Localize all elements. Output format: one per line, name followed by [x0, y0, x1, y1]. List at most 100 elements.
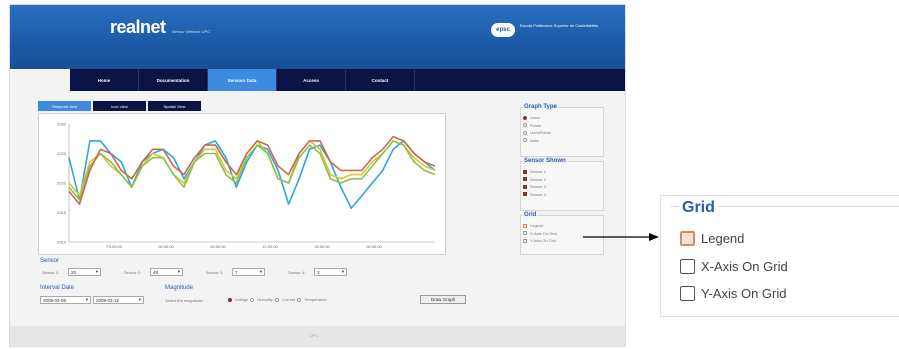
radio-icon[interactable] [274, 297, 279, 302]
chevron-down-icon: ▾ [85, 297, 88, 302]
radio-icon[interactable] [228, 297, 232, 302]
x-tick-label: TS:00:00 [106, 244, 123, 249]
zoom-y-axis-label: Y-Axis On Grid [701, 286, 787, 301]
zoom-y-axis-row[interactable]: Y-Axis On Grid [680, 286, 787, 301]
sensor-shown-1[interactable]: Sensor 1 [521, 168, 603, 176]
zoom-legend-row[interactable]: Legend [680, 231, 744, 246]
magnitude-options: Voltage Humidity Current Temperature [226, 296, 327, 304]
checkbox-icon[interactable] [523, 184, 527, 189]
checkbox-icon[interactable] [680, 259, 695, 274]
website-screenshot: realnet Sensor Network UPC epsc Escola P… [9, 4, 626, 347]
radio-icon[interactable] [523, 138, 527, 143]
radio-icon[interactable] [523, 130, 527, 135]
graph-type-linespoints[interactable]: LinesPoints [521, 129, 603, 137]
grid-legend[interactable]: Legend [521, 222, 603, 230]
series-line-3 [68, 140, 436, 201]
graph-type-lines[interactable]: Lines [521, 114, 603, 122]
sensor-3-select[interactable]: 7 ▾ [232, 268, 265, 276]
nav-home[interactable]: Home [70, 69, 139, 91]
interval-from-select[interactable]: 2009-03-06 ▾ [40, 296, 91, 304]
sensor-shown-2[interactable]: Sensor 2 [521, 176, 603, 184]
brand-logo[interactable]: realnet [110, 17, 166, 38]
graph-type-points[interactable]: Points [521, 122, 603, 130]
zoom-x-axis-label: X-Axis On Grid [701, 259, 788, 274]
graph-type-area[interactable]: Area [521, 137, 603, 145]
sensor-2-select[interactable]: 48 ▾ [150, 268, 183, 276]
x-tick-label: 12:00:00 [262, 244, 278, 249]
sensor-4-select[interactable]: 3 ▾ [314, 268, 347, 276]
sensor-2-label: Sensor 2: [124, 270, 142, 275]
radio-icon[interactable] [523, 115, 527, 120]
sensor-3-label: Sensor 3: [206, 270, 224, 275]
interval-to-select[interactable]: 2009-03-12 ▾ [93, 296, 144, 304]
grid-title: Grid [523, 212, 538, 218]
sensor-shown-4[interactable]: Sensor 4 [521, 191, 603, 199]
sensor-4-label: Sensor 4: [288, 270, 306, 275]
nav-documentation[interactable]: Documentation [139, 69, 208, 91]
zoom-legend-label: Legend [701, 231, 745, 246]
x-tick-label: 18:00:00 [314, 244, 330, 249]
magnitude-prompt: Select the magnitude: [165, 298, 204, 303]
graph-type-title: Graph Type [523, 104, 558, 110]
magnitude-label: Magnitude [165, 285, 194, 291]
epsc-logo[interactable]: epsc [491, 23, 515, 37]
y-tick-label: 2030 [57, 122, 67, 127]
chevron-down-icon: ▾ [341, 269, 344, 274]
series-line-4 [68, 135, 436, 205]
arrow-icon [583, 233, 659, 241]
sensor-chart: 2010 2015 2020 2025 2030 TS:00:00 00:00:00 06:0… [38, 113, 446, 255]
site-footer: UPC [10, 326, 625, 346]
zoom-grid-title: Grid [679, 199, 718, 217]
grid-zoom-panel: Grid Legend X-Axis On Grid Y-Axis On Gri… [660, 195, 899, 317]
y-tick-label: 2025 [57, 151, 67, 156]
interval-date-label: Interval Date [40, 285, 75, 291]
school-name: Escola Politècnica Superior de Castellde… [520, 23, 599, 28]
nav-access[interactable]: Access [277, 69, 346, 91]
zoom-x-axis-row[interactable]: X-Axis On Grid [680, 259, 788, 274]
checkbox-icon[interactable] [523, 177, 527, 182]
magnitude-voltage[interactable]: Voltage [226, 296, 248, 304]
y-tick-label: 2015 [57, 210, 67, 215]
x-tick-label: 00:00:00 [158, 244, 174, 249]
magnitude-temperature[interactable]: Temperature [295, 296, 327, 304]
view-tabs: Temporal view Icon view Spatial View [38, 101, 203, 111]
sensor-1-select[interactable]: 20 ▾ [68, 268, 101, 276]
nav-sensors-data[interactable]: Sensors Data [208, 69, 277, 91]
checkbox-icon[interactable] [523, 169, 527, 174]
checkbox-icon[interactable] [680, 231, 695, 246]
nav-contact[interactable]: Contact [346, 69, 415, 91]
brand-subtitle: Sensor Network UPC [172, 29, 211, 34]
radio-icon[interactable] [250, 297, 255, 302]
chevron-down-icon: ▾ [177, 269, 180, 274]
checkbox-icon[interactable] [523, 192, 527, 197]
tab-temporal-view[interactable]: Temporal view [38, 101, 91, 111]
x-tick-label: 00:00:00 [366, 244, 382, 249]
magnitude-humidity[interactable]: Humidity [248, 296, 273, 304]
sensor-shown-title: Sensor Shown [523, 158, 567, 164]
magnitude-current[interactable]: Current [273, 296, 295, 304]
chart-axes [68, 124, 435, 243]
radio-icon[interactable] [297, 297, 302, 302]
checkbox-icon[interactable] [523, 231, 527, 236]
footer-text: UPC [310, 333, 319, 338]
y-tick-label: 2020 [57, 181, 67, 186]
checkbox-icon[interactable] [680, 286, 695, 301]
tab-icon-view[interactable]: Icon view [93, 101, 146, 111]
graph-type-group: Graph Type Lines Points LinesPoints Area [520, 104, 604, 157]
tab-spatial-view[interactable]: Spatial View [148, 101, 201, 111]
sensor-shown-group: Sensor Shown Sensor 1 Sensor 2 Sensor 3 … [520, 158, 604, 211]
radio-icon[interactable] [523, 123, 527, 128]
checkbox-icon[interactable] [523, 238, 527, 243]
site-header: realnet Sensor Network UPC epsc Escola P… [10, 5, 625, 69]
checkbox-icon[interactable] [523, 223, 527, 228]
chevron-down-icon: ▾ [259, 269, 262, 274]
sensor-shown-3[interactable]: Sensor 3 [521, 183, 603, 191]
chart-svg: 2010 2015 2020 2025 2030 TS:00:00 00:00:00 06:0… [57, 122, 436, 249]
draw-graph-button[interactable]: Draw Graph [420, 295, 466, 304]
chevron-down-icon: ▾ [138, 297, 141, 302]
sensor-label: Sensor [40, 258, 60, 264]
x-tick-label: 06:00:00 [210, 244, 226, 249]
main-nav: Home Documentation Sensors Data Access C… [70, 69, 625, 91]
y-tick-label: 2010 [57, 240, 67, 245]
chevron-down-icon: ▾ [95, 269, 98, 274]
